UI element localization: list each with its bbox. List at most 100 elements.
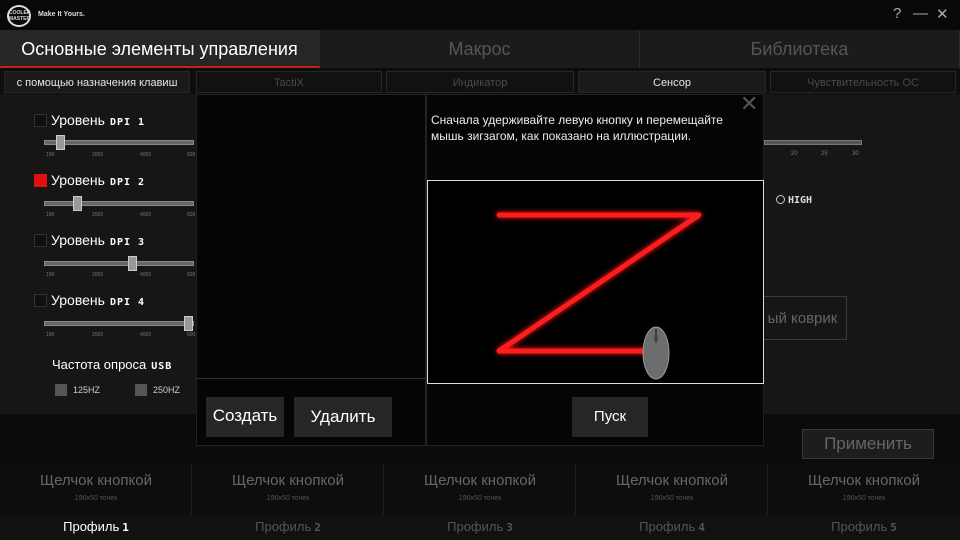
dpi-4-checkbox[interactable] xyxy=(34,294,47,307)
profile-label: Профиль xyxy=(447,519,504,534)
profile-size: 190x50 точек xyxy=(650,495,694,502)
profile-click-button[interactable]: Щелчок кнопкой xyxy=(768,472,960,489)
mouse-mat-button[interactable]: ый коврик xyxy=(758,296,847,340)
minimize-icon[interactable]: — xyxy=(913,5,928,22)
dpi-level-3[interactable]: Уровень DPI 3 xyxy=(34,232,145,248)
mouse-icon xyxy=(642,326,670,380)
polling-rate-label: Частота опроса USB xyxy=(52,357,172,372)
apply-button[interactable]: Применить xyxy=(802,429,934,459)
polling-checkbox[interactable] xyxy=(55,384,67,396)
dpi-level-label: Уровень xyxy=(51,112,105,128)
tick-label: 600 xyxy=(187,152,196,158)
subtab-key-assignment[interactable]: с помощью назначения клавиш xyxy=(4,71,190,93)
dialog-close-icon[interactable]: ✕ xyxy=(740,91,758,117)
profile-size: 190x50 точек xyxy=(458,495,502,502)
subtab-tactix[interactable]: TactiX xyxy=(196,71,382,93)
tick-label: 20 xyxy=(791,151,798,157)
subtab-sensor[interactable]: Сенсор xyxy=(578,71,766,93)
tick-label: 4000 xyxy=(140,272,152,278)
profile-label: Профиль xyxy=(831,519,888,534)
tick-label: 600 xyxy=(187,212,196,218)
profile-size: 190x50 точек xyxy=(842,495,886,502)
profile-5[interactable]: Щелчок кнопкой 190x50 точек Профиль 5 xyxy=(768,463,960,540)
profile-label: Профиль xyxy=(255,519,312,534)
dpi-1-checkbox[interactable] xyxy=(34,114,47,127)
profile-name[interactable]: Профиль 1 xyxy=(0,514,192,540)
profile-4[interactable]: Щелчок кнопкой 190x50 точек Профиль 4 xyxy=(576,463,768,540)
dpi-3-checkbox[interactable] xyxy=(34,234,47,247)
polling-checkbox[interactable] xyxy=(135,384,147,396)
zigzag-path-icon xyxy=(496,212,702,380)
profile-number: 2 xyxy=(314,521,321,534)
dpi-4-slider[interactable] xyxy=(44,316,194,331)
profile-size: 190x50 точек xyxy=(74,495,118,502)
profile-3[interactable]: Щелчок кнопкой 190x50 точек Профиль 3 xyxy=(384,463,576,540)
tick-label: 2000 xyxy=(92,152,104,158)
help-icon[interactable]: ? xyxy=(893,5,901,22)
high-radio[interactable] xyxy=(776,195,785,204)
divider xyxy=(196,378,426,379)
dpi-1-slider[interactable] xyxy=(44,135,194,150)
dpi-level-4[interactable]: Уровень DPI 4 xyxy=(34,292,145,308)
dpi-level-label: Уровень xyxy=(51,292,105,308)
profile-click-button[interactable]: Щелчок кнопкой xyxy=(0,472,192,489)
dpi-tag: DPI 2 xyxy=(109,177,146,188)
profile-name[interactable]: Профиль 3 xyxy=(384,514,576,540)
profile-number: 1 xyxy=(122,521,129,534)
profile-click-button[interactable]: Щелчок кнопкой xyxy=(384,472,576,489)
dpi-3-slider[interactable] xyxy=(44,256,194,271)
high-label: HIGH xyxy=(788,195,813,206)
tab-basic-controls[interactable]: Основные элементы управления xyxy=(0,30,320,68)
profile-label: Профиль xyxy=(63,519,120,534)
delete-button[interactable]: Удалить xyxy=(294,397,392,437)
dpi-level-2[interactable]: Уровень DPI 2 xyxy=(34,172,145,188)
dpi-tag: DPI 4 xyxy=(109,297,146,308)
profile-1[interactable]: Щелчок кнопкой 190x50 точек Профиль 1 xyxy=(0,463,192,540)
sub-tabs: с помощью назначения клавиш TactiX Индик… xyxy=(0,68,960,94)
profile-name[interactable]: Профиль 5 xyxy=(768,514,960,540)
tick-label: 100 xyxy=(46,212,55,218)
subtab-indicator[interactable]: Индикатор xyxy=(386,71,574,93)
start-button[interactable]: Пуск xyxy=(572,397,648,437)
profile-name[interactable]: Профиль 2 xyxy=(192,514,384,540)
profile-click-button[interactable]: Щелчок кнопкой xyxy=(576,472,768,489)
create-button[interactable]: Создать xyxy=(206,397,284,437)
polling-option-125[interactable]: 125HZ xyxy=(55,384,100,396)
tick-label: 100 xyxy=(46,332,55,338)
tick-label: 2000 xyxy=(92,272,104,278)
profile-number: 4 xyxy=(698,521,705,534)
usb-tag: USB xyxy=(151,361,173,372)
dpi-2-slider[interactable] xyxy=(44,196,194,211)
tab-library[interactable]: Библиотека xyxy=(640,30,960,68)
tick-label: 4000 xyxy=(140,152,152,158)
tick-label: 600 xyxy=(187,332,196,338)
polling-option-250[interactable]: 250HZ xyxy=(135,384,180,396)
tab-macro[interactable]: Макрос xyxy=(320,30,640,68)
tick-label: 4000 xyxy=(140,212,152,218)
dpi-level-1[interactable]: Уровень DPI 1 xyxy=(34,112,145,128)
slider-thumb[interactable] xyxy=(56,135,66,150)
calibration-instructions: Сначала удерживайте левую кнопку и перем… xyxy=(431,113,723,143)
subtab-os-sensitivity[interactable]: Чувствительность ОС xyxy=(770,71,956,93)
slider-thumb[interactable] xyxy=(72,196,82,211)
dpi-level-label: Уровень xyxy=(51,172,105,188)
slider-thumb[interactable] xyxy=(128,256,138,271)
tick-label: 2000 xyxy=(92,332,104,338)
close-icon[interactable]: ✕ xyxy=(936,5,949,23)
tick-label: 600 xyxy=(187,272,196,278)
tick-label: 100 xyxy=(46,272,55,278)
main-tabs: Основные элементы управления Макрос Библ… xyxy=(0,30,960,68)
profile-2[interactable]: Щелчок кнопкой 190x50 точек Профиль 2 xyxy=(192,463,384,540)
polling-rate-text: Частота опроса xyxy=(52,357,147,372)
tick-label: 25 xyxy=(821,151,828,157)
profile-label: Профиль xyxy=(639,519,696,534)
tagline: Make It Yours. xyxy=(38,11,85,18)
slider-thumb[interactable] xyxy=(184,316,193,331)
dpi-tag: DPI 3 xyxy=(109,237,146,248)
profile-name[interactable]: Профиль 4 xyxy=(576,514,768,540)
profile-click-button[interactable]: Щелчок кнопкой xyxy=(192,472,384,489)
dpi-level-label: Уровень xyxy=(51,232,105,248)
profile-number: 3 xyxy=(506,521,513,534)
sensitivity-slider[interactable] xyxy=(764,140,862,145)
dpi-2-checkbox[interactable] xyxy=(34,174,47,187)
